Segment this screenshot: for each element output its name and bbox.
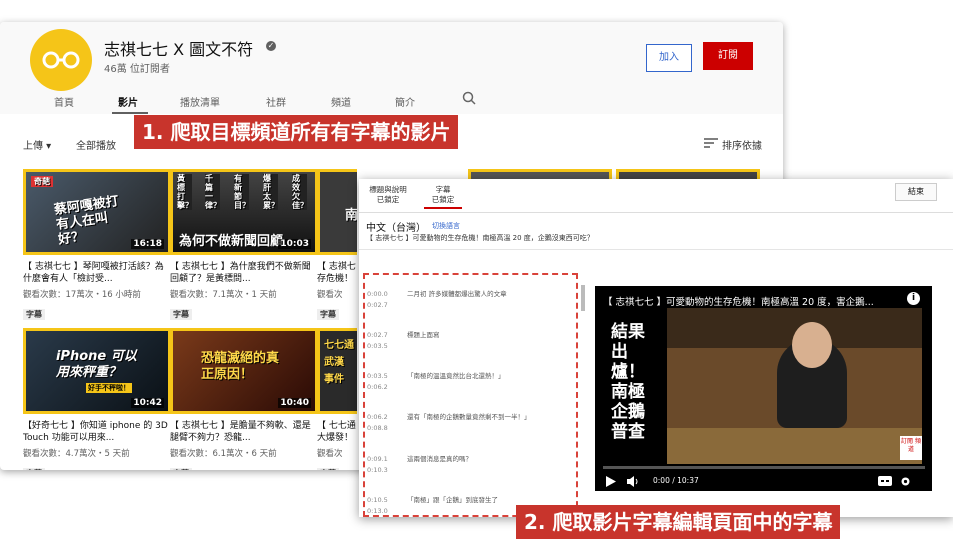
tab-subtitles[interactable]: 字幕 已鎖定 <box>425 185 461 205</box>
player-title: 【 志祺七七 】可愛動物的生存危機！南極高溫 20 度，害企鵝... <box>603 297 874 308</box>
play-icon[interactable] <box>606 476 616 487</box>
tab-community[interactable]: 社群 <box>266 94 286 109</box>
video-title[interactable]: 【 志祺七七 】琴阿嘎被打活該？為什麼會有人「檢討受... <box>23 261 169 285</box>
cue-list-highlight <box>363 273 578 517</box>
video-duration: 10:40 <box>278 398 311 408</box>
video-duration: 10:42 <box>131 398 164 408</box>
video-meta: 觀看次 <box>317 290 343 300</box>
captions-icon[interactable] <box>878 476 892 486</box>
video-card[interactable]: 七七通 武漢 事件 【 七七通 大爆發！ 觀看次 字幕 <box>317 328 357 470</box>
cc-badge: 字幕 <box>317 468 339 470</box>
subtitle-editor-window: 標題與說明 已鎖定 字幕 已鎖定 結束 中文（台灣） 切換語言 【 志祺七七 】… <box>359 179 953 517</box>
video-frame <box>667 308 922 464</box>
tab-active-indicator <box>424 207 462 209</box>
thumbnail-badge: 好手不秤啦！ <box>86 383 132 393</box>
cc-badge: 字幕 <box>23 309 45 320</box>
cue-list-scrollbar[interactable] <box>581 285 585 311</box>
video-card[interactable]: iPhone 可以用來秤重？ 好手不秤啦！ 10:42 【好奇七七 】你知道 i… <box>23 328 171 470</box>
tab-channels[interactable]: 頻道 <box>331 94 351 109</box>
sort-by-button[interactable]: 排序依據 <box>722 137 762 152</box>
video-card[interactable]: 黃標打擊？ 千篇一律？ 有新節目？ 爆肝太累？ 成效欠佳？ 為何不做新聞回顧 1… <box>170 169 318 321</box>
video-title: 【 志祺七七 】可愛動物的生存危機！南極高溫 20 度，企鵝沒東西可吃？ <box>366 234 594 242</box>
divider <box>359 212 953 213</box>
video-thumbnail[interactable]: 七七通 武漢 事件 <box>317 328 357 414</box>
subscribe-button[interactable]: 訂閱 <box>703 42 753 70</box>
join-button[interactable]: 加入 <box>646 44 692 72</box>
tab-playlists[interactable]: 播放清單 <box>180 94 220 109</box>
thumbnail-caption: 為何不做新聞回顧 <box>179 234 284 249</box>
step2-annotation: 2. 爬取影片字幕編輯頁面中的字幕 <box>516 505 841 539</box>
video-meta: 觀看次 <box>317 449 343 459</box>
thumbnail-caption: 南 <box>345 208 357 223</box>
time-display: 0:00 / 10:37 <box>653 476 699 485</box>
video-title[interactable]: 【 志祺七七 】是膽量不夠軟、還是腿臂不夠力？恐龍... <box>170 420 316 444</box>
video-card[interactable]: 奇葩 蔡阿嘎被打 有人在叫好？ 16:18 【 志祺七七 】琴阿嘎被打活該？為什… <box>23 169 171 321</box>
video-duration: 10:03 <box>278 239 311 249</box>
verified-icon: ✓ <box>266 41 276 51</box>
video-thumbnail[interactable]: 恐龍滅絕的真正原因！ 10:40 <box>170 328 318 414</box>
uploads-dropdown[interactable]: 上傳 ▾ <box>23 137 51 152</box>
info-icon[interactable]: i <box>907 292 920 305</box>
subscribe-watermark[interactable]: 訂閱 頻道 <box>900 436 922 460</box>
close-button[interactable]: 結束 <box>895 183 937 201</box>
video-duration: 16:18 <box>131 239 164 249</box>
gear-icon[interactable] <box>900 476 911 487</box>
video-card[interactable]: 恐龍滅絕的真正原因！ 10:40 【 志祺七七 】是膽量不夠軟、還是腿臂不夠力？… <box>170 328 318 470</box>
tab-videos[interactable]: 影片 <box>118 94 138 109</box>
tab-active-indicator <box>112 112 148 114</box>
thumbnail-caption: 恐龍滅絕的真正原因！ <box>201 351 280 382</box>
language-label: 中文（台灣） <box>366 223 426 234</box>
video-title[interactable]: 【 志祺七 存危機！ <box>317 261 357 285</box>
video-player[interactable]: 【 志祺七七 】可愛動物的生存危機！南極高溫 20 度，害企鵝... i 結果出… <box>595 286 932 491</box>
thumbnail-badge: 千篇一律？ <box>205 174 221 210</box>
glasses-icon <box>42 51 80 69</box>
video-thumbnail[interactable]: 奇葩 蔡阿嘎被打 有人在叫好？ 16:18 <box>23 169 171 255</box>
video-thumbnail[interactable]: iPhone 可以用來秤重？ 好手不秤啦！ 10:42 <box>23 328 171 414</box>
subscriber-count: 46萬 位訂閱者 <box>104 64 170 75</box>
tab-title-description[interactable]: 標題與說明 已鎖定 <box>367 185 409 205</box>
divider <box>359 249 953 250</box>
channel-name: 志祺七七 X 圖文不符 <box>104 40 254 59</box>
play-all-button[interactable]: 全部播放 <box>76 137 116 152</box>
video-title[interactable]: 【 志祺七七 】為什麼我們不做新聞回顧了？是黃標問... <box>170 261 316 285</box>
thumbnail-caption: 蔡阿嘎被打 有人在叫好？ <box>53 194 120 248</box>
channel-avatar[interactable] <box>30 29 92 91</box>
video-meta: 觀看次數：17萬次・16 小時前 <box>23 290 141 300</box>
cc-badge: 字幕 <box>170 309 192 320</box>
thumbnail-caption: iPhone 可以用來秤重？ <box>56 349 137 380</box>
video-thumbnail[interactable]: 南 <box>317 169 357 255</box>
progress-bar[interactable] <box>603 466 925 469</box>
sort-icon[interactable] <box>704 137 718 149</box>
cc-badge: 字幕 <box>317 309 339 320</box>
thumbnail-badge: 黃標打擊？ <box>177 174 193 210</box>
video-meta: 觀看次數：4.7萬次・5 天前 <box>23 449 130 459</box>
cc-badge: 字幕 <box>23 468 45 470</box>
video-card[interactable]: 南 【 志祺七 存危機！ 觀看次 字幕 <box>317 169 357 321</box>
video-title[interactable]: 【 七七通 大爆發！ <box>317 420 357 444</box>
vertical-caption: 結果出爐！南極企鵝普查 <box>611 322 645 442</box>
video-meta: 觀看次數：7.1萬次・1 天前 <box>170 290 277 300</box>
thumbnail-badge: 有新節目？ <box>234 174 250 210</box>
thumbnail-badge: 成效欠佳？ <box>292 174 308 210</box>
video-title[interactable]: 【好奇七七 】你知道 iphone 的 3D Touch 功能可以用來... <box>23 420 169 444</box>
thumbnail-caption: 七七通 武漢 事件 <box>324 340 354 385</box>
thumbnail-badge: 爆肝太累？ <box>263 174 279 210</box>
video-thumbnail[interactable]: 黃標打擊？ 千篇一律？ 有新節目？ 爆肝太累？ 成效欠佳？ 為何不做新聞回顧 1… <box>170 169 318 255</box>
cc-badge: 字幕 <box>170 468 192 470</box>
tab-home[interactable]: 首頁 <box>54 94 74 109</box>
switch-language-link[interactable]: 切換語言 <box>432 221 460 231</box>
volume-icon[interactable] <box>627 476 640 487</box>
thumbnail-badge: 奇葩 <box>31 176 53 187</box>
search-icon[interactable] <box>462 91 476 105</box>
step1-annotation: 1. 爬取目標頻道所有有字幕的影片 <box>134 115 459 149</box>
video-meta: 觀看次數：6.1萬次・6 天前 <box>170 449 277 459</box>
tab-about[interactable]: 簡介 <box>395 94 415 109</box>
